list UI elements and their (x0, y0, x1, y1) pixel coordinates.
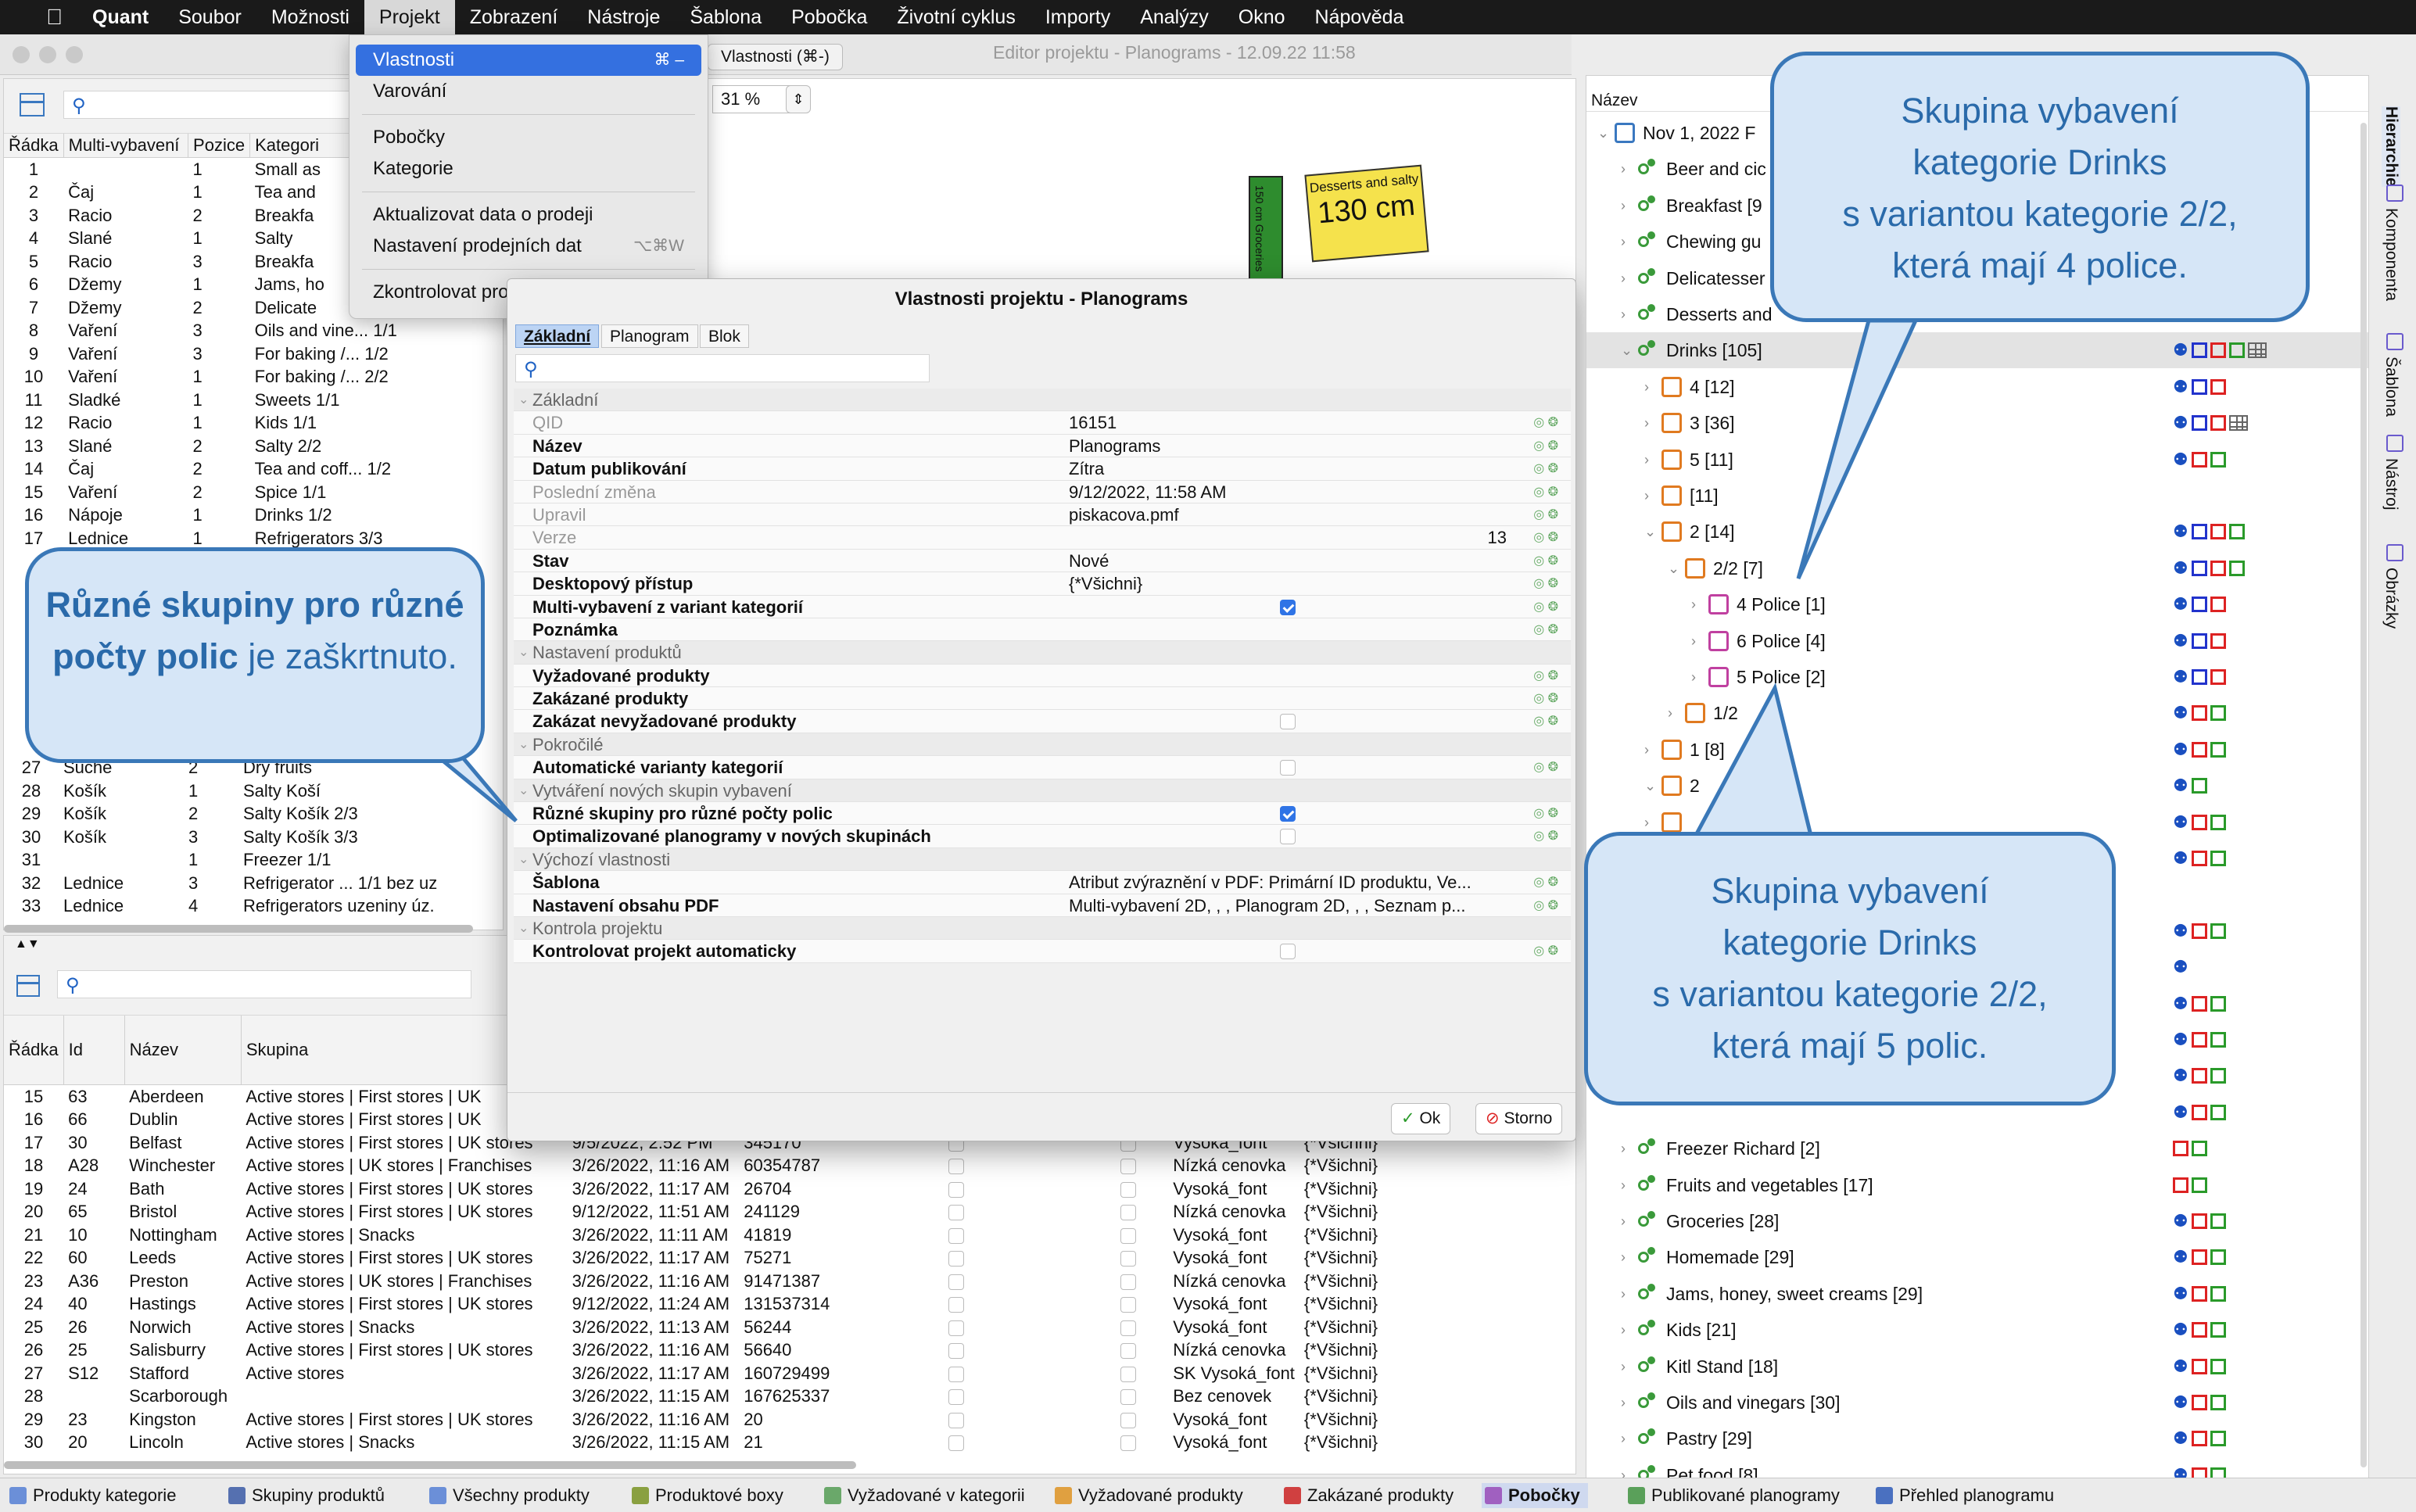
callout-left: Různé skupiny pro různé počty polic je z… (25, 547, 485, 763)
callout-top-right: Skupina vybavení kategorie Drinks s vari… (1770, 52, 2310, 322)
callout-left-text: je zaškrtnuto. (238, 636, 457, 676)
callout-bottom-right: Skupina vybavení kategorie Drinks s vari… (1584, 832, 2116, 1105)
